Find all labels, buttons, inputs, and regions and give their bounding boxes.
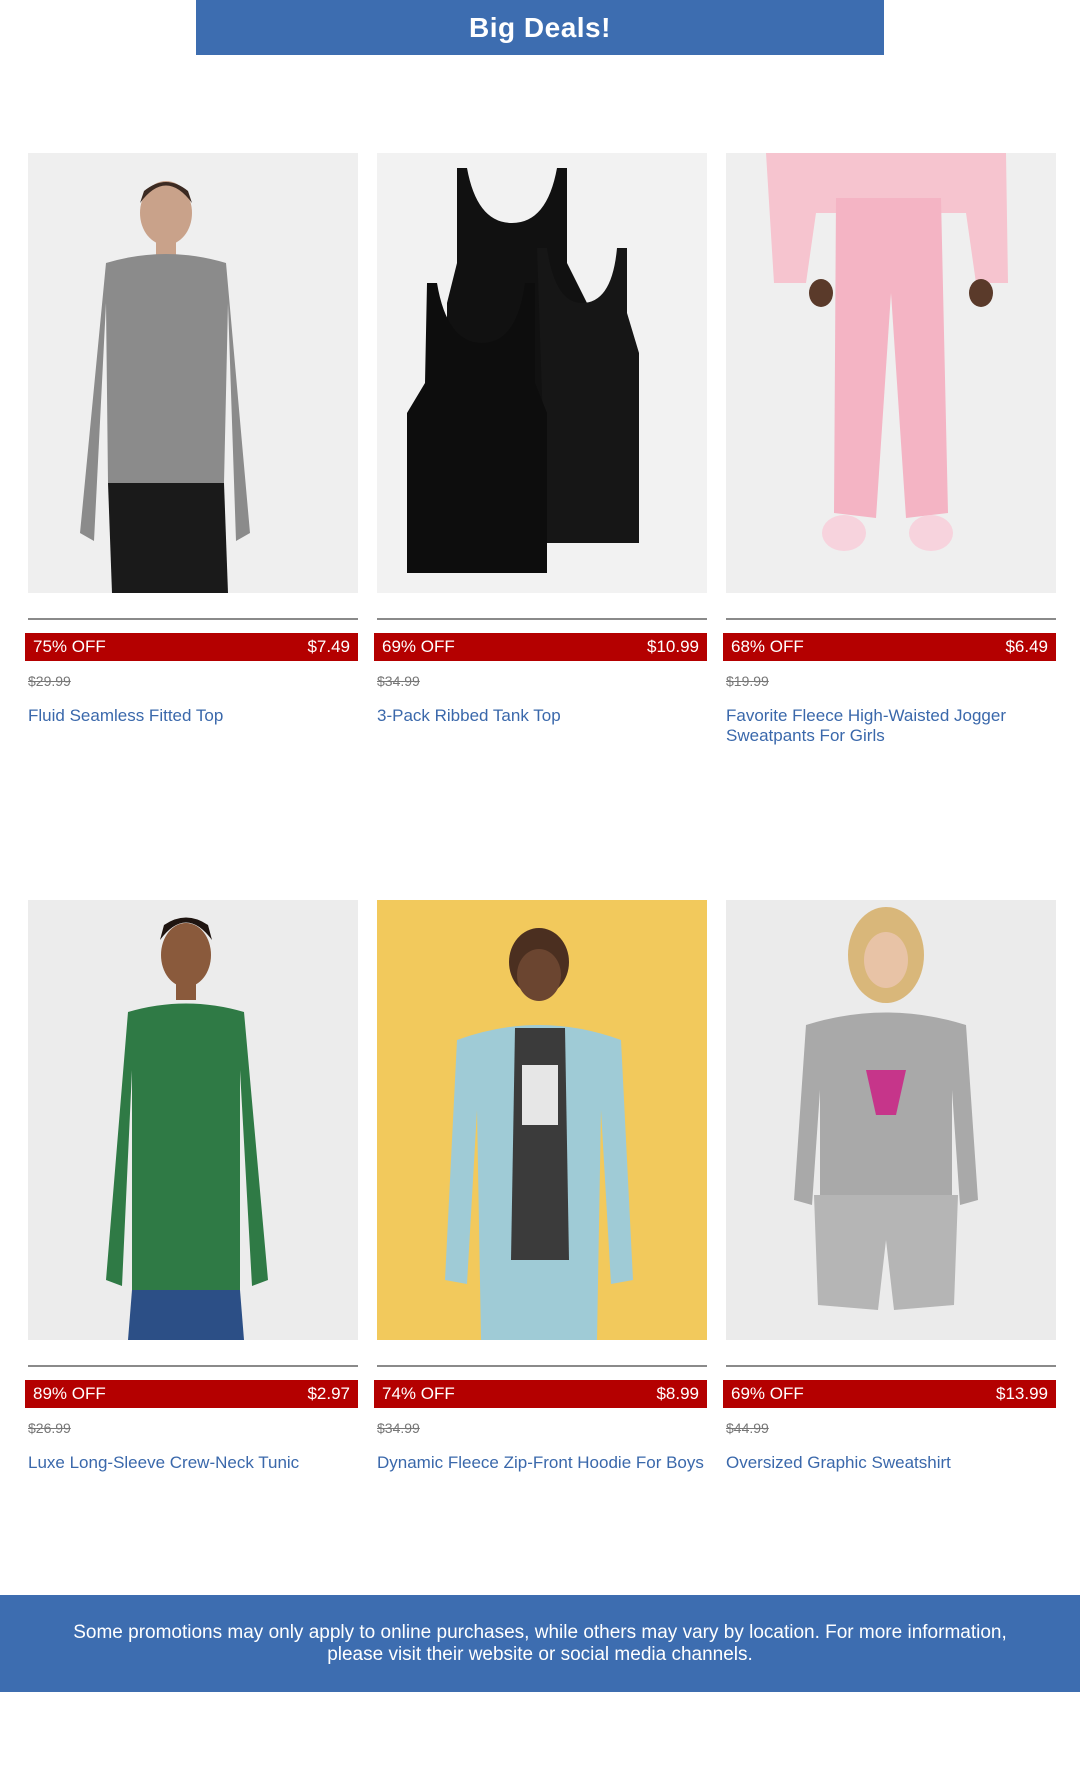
original-price: $19.99 bbox=[726, 673, 769, 689]
disclaimer-text: Some promotions may only apply to online… bbox=[73, 1621, 1007, 1665]
original-price: $29.99 bbox=[28, 673, 71, 689]
product-title-link[interactable]: Dynamic Fleece Zip-Front Hoodie For Boys bbox=[377, 1453, 707, 1473]
discount-badge: 74% OFF bbox=[382, 1384, 455, 1403]
price-bar: 75% OFF $7.49 bbox=[25, 633, 358, 661]
price-bar: 89% OFF $2.97 bbox=[25, 1380, 358, 1408]
discount-badge: 69% OFF bbox=[382, 637, 455, 656]
discount-badge: 68% OFF bbox=[731, 637, 804, 656]
product-image[interactable] bbox=[28, 900, 358, 1340]
divider bbox=[726, 1365, 1056, 1367]
sale-price: $7.49 bbox=[307, 637, 350, 656]
sale-price: $6.49 bbox=[1005, 637, 1048, 656]
product-image[interactable] bbox=[726, 153, 1056, 593]
product-title-link[interactable]: Favorite Fleece High-Waisted Jogger Swea… bbox=[726, 706, 1056, 746]
price-bar: 68% OFF $6.49 bbox=[723, 633, 1056, 661]
product-title-link[interactable]: Fluid Seamless Fitted Top bbox=[28, 706, 358, 726]
discount-badge: 75% OFF bbox=[33, 637, 106, 656]
product-image[interactable] bbox=[726, 900, 1056, 1340]
sale-price: $10.99 bbox=[647, 637, 699, 656]
original-price: $26.99 bbox=[28, 1420, 71, 1436]
divider bbox=[28, 618, 358, 620]
price-bar: 69% OFF $10.99 bbox=[374, 633, 707, 661]
divider bbox=[377, 1365, 707, 1367]
product-title-link[interactable]: Luxe Long-Sleeve Crew-Neck Tunic bbox=[28, 1453, 358, 1473]
original-price: $44.99 bbox=[726, 1420, 769, 1436]
sale-price: $8.99 bbox=[656, 1384, 699, 1403]
price-bar: 69% OFF $13.99 bbox=[723, 1380, 1056, 1408]
product-image[interactable] bbox=[28, 153, 358, 593]
price-bar: 74% OFF $8.99 bbox=[374, 1380, 707, 1408]
product-title-link[interactable]: 3-Pack Ribbed Tank Top bbox=[377, 706, 707, 726]
product-title-link[interactable]: Oversized Graphic Sweatshirt bbox=[726, 1453, 1056, 1473]
original-price: $34.99 bbox=[377, 1420, 420, 1436]
product-image[interactable] bbox=[377, 900, 707, 1340]
original-price: $34.99 bbox=[377, 673, 420, 689]
discount-badge: 69% OFF bbox=[731, 1384, 804, 1403]
banner-title: Big Deals! bbox=[469, 11, 611, 43]
sale-price: $13.99 bbox=[996, 1384, 1048, 1403]
sale-price: $2.97 bbox=[307, 1384, 350, 1403]
product-image[interactable] bbox=[377, 153, 707, 593]
divider bbox=[28, 1365, 358, 1367]
divider bbox=[377, 618, 707, 620]
divider bbox=[726, 618, 1056, 620]
discount-badge: 89% OFF bbox=[33, 1384, 106, 1403]
big-deals-banner: Big Deals! bbox=[196, 0, 884, 55]
promo-disclaimer: Some promotions may only apply to online… bbox=[0, 1595, 1080, 1692]
